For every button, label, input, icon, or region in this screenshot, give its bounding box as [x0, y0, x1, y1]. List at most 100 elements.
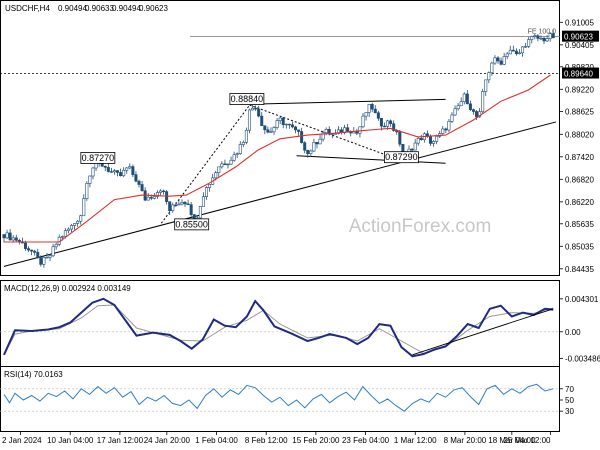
candle-body	[137, 180, 141, 185]
macd-tick-label: 0.004301	[565, 295, 599, 304]
candle-body	[251, 107, 255, 111]
candle-body	[284, 123, 288, 126]
candle-body	[533, 35, 537, 37]
candle-body	[450, 114, 454, 122]
time-tick-label: 15 Feb 20:00	[292, 436, 340, 445]
candle-body	[254, 107, 258, 110]
candle-body	[376, 112, 380, 119]
candle-body	[379, 117, 383, 127]
macd-tick-label: 0.00	[565, 328, 581, 337]
candle-body	[5, 232, 9, 239]
candle-body	[125, 167, 129, 171]
macd-tick-label: -0.003486	[565, 355, 600, 364]
candle-body	[79, 215, 83, 222]
candle-body	[208, 184, 212, 188]
candle-body	[306, 149, 310, 154]
candle-body	[364, 112, 368, 117]
annotation-label-3: 0.87290	[385, 152, 418, 162]
symbol-header: USDCHF,H4	[5, 4, 50, 13]
price-tick-label: 0.86820	[565, 175, 594, 184]
candle-body	[229, 159, 233, 165]
candle-body	[487, 72, 491, 81]
candle-body	[223, 163, 227, 166]
candle-body	[530, 36, 534, 40]
candle-body	[42, 257, 46, 265]
candle-body	[297, 129, 301, 132]
candle-body	[290, 124, 294, 128]
time-tick-label: 8 Mar 20:00	[444, 436, 487, 445]
candle-body	[551, 33, 555, 39]
candle-body	[198, 206, 202, 219]
candle-body	[266, 129, 270, 133]
candle-body	[51, 246, 55, 257]
candle-body	[119, 172, 123, 177]
candle-body	[539, 37, 543, 40]
rsi-tick-label: 30	[565, 407, 574, 416]
candle-body	[82, 198, 86, 217]
candle-body	[358, 126, 362, 134]
candle-body	[361, 115, 365, 128]
candle-body	[189, 204, 193, 215]
price-tick-label: 0.85635	[565, 220, 594, 229]
candle-body	[386, 120, 390, 127]
candle-body	[410, 148, 414, 151]
candle-body	[180, 202, 184, 205]
candle-body	[309, 150, 313, 154]
candle-body	[318, 138, 322, 145]
header-open: 0.90494	[58, 4, 87, 13]
candle-body	[63, 230, 67, 237]
header-low: 0.90494	[112, 4, 141, 13]
candle-body	[389, 120, 393, 124]
candle-body	[168, 201, 172, 211]
candle-body	[238, 144, 242, 154]
candle-body	[493, 57, 497, 64]
candle-body	[131, 166, 135, 175]
candle-body	[542, 37, 546, 42]
candle-body	[281, 117, 285, 125]
candle-body	[226, 163, 230, 166]
rsi-title: RSI(14) 70.0163	[4, 370, 63, 379]
candle-body	[435, 136, 439, 142]
candle-body	[33, 250, 37, 253]
candle-body	[475, 111, 479, 118]
candle-body	[300, 131, 304, 143]
candle-body	[205, 187, 209, 197]
time-tick-label: 1 Feb 04:00	[195, 436, 238, 445]
candle-body	[122, 169, 126, 177]
candle-body	[146, 196, 150, 201]
last-price-label: 0.90623	[564, 33, 593, 42]
candle-body	[367, 104, 371, 113]
time-tick-label: 10 Jan 04:00	[47, 436, 94, 445]
candle-body	[468, 103, 472, 110]
time-tick-label: 24 Jan 20:00	[144, 436, 191, 445]
candle-body	[514, 50, 518, 55]
time-tick-label: 17 Jan 12:00	[97, 436, 144, 445]
candle-body	[441, 128, 445, 134]
candle-body	[85, 183, 89, 199]
candle-body	[315, 142, 319, 145]
time-tick-label: 23 Feb 04:00	[342, 436, 390, 445]
candle-body	[88, 175, 92, 184]
price-tick-label: 0.88020	[565, 130, 594, 139]
candle-body	[76, 220, 80, 224]
candle-body	[152, 196, 156, 199]
candle-body	[70, 225, 74, 230]
candle-body	[416, 138, 420, 144]
candle-body	[162, 190, 166, 193]
candle-body	[499, 60, 503, 65]
candle-body	[536, 35, 540, 39]
candle-body	[241, 142, 245, 145]
candle-body	[324, 129, 328, 134]
candle-body	[48, 255, 52, 258]
candle-body	[109, 171, 113, 173]
candle-body	[260, 115, 264, 126]
candle-body	[521, 46, 525, 54]
candle-body	[511, 49, 515, 52]
time-tick-label: 8 Feb 12:00	[245, 436, 288, 445]
candle-body	[174, 204, 178, 206]
price-tick-label: 0.91005	[565, 18, 594, 27]
candle-body	[220, 163, 224, 168]
candle-body	[244, 129, 248, 143]
price-tick-label: 0.88625	[565, 108, 594, 117]
candle-body	[382, 125, 386, 128]
